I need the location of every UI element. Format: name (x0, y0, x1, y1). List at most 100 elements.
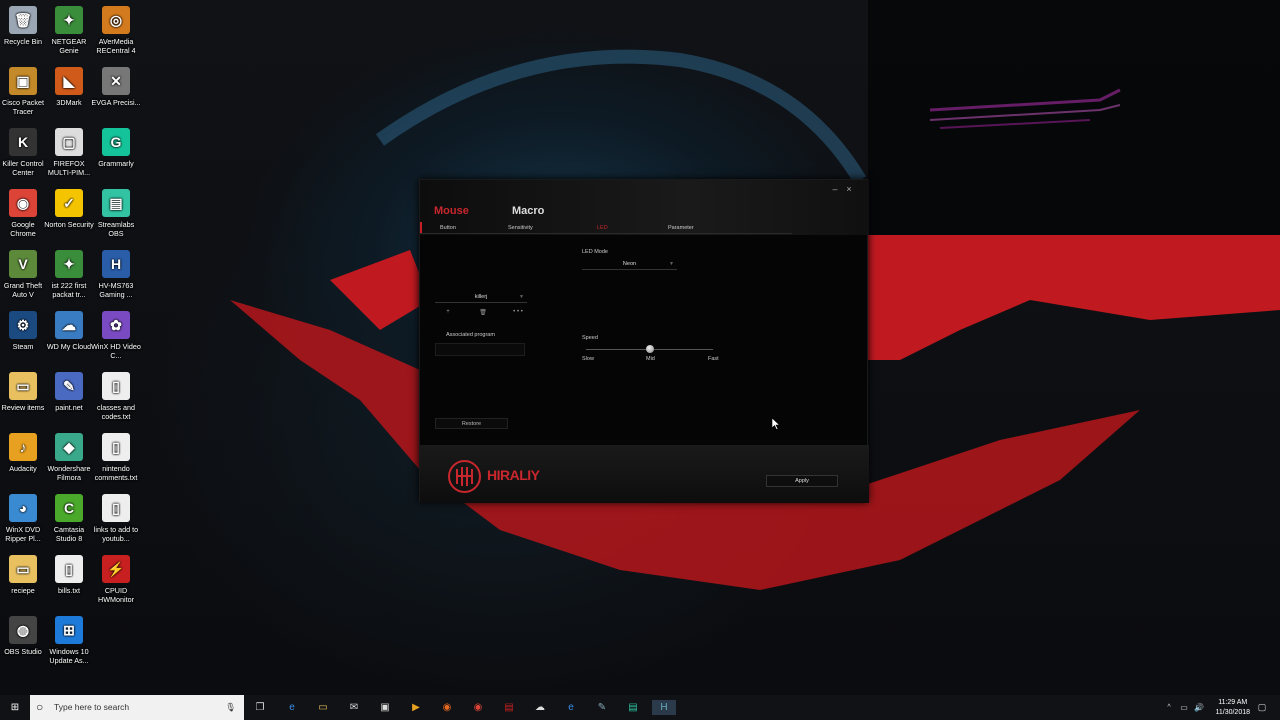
desktop-icon[interactable]: ✓ Norton Security (44, 189, 94, 229)
desktop-icon[interactable]: ⊞ Windows 10 Update As... (44, 616, 94, 665)
app-icon: ▯ (102, 433, 130, 461)
notifications-icon[interactable]: ▢ (1254, 700, 1270, 715)
speed-mid-label: Mid (646, 356, 655, 362)
desktop-icon[interactable]: ◎ AVerMedia RECentral 4 (91, 6, 141, 55)
profile-select[interactable]: killerj ▼ (435, 293, 527, 303)
tab-button[interactable]: Button (440, 225, 456, 231)
network-icon[interactable]: ▭ (1176, 700, 1192, 715)
desktop-icon-label: bills.txt (58, 586, 80, 595)
desktop-icon-label: 3DMark (56, 98, 82, 107)
app-icon: ✦ (55, 6, 83, 34)
desktop-icon[interactable]: G Grammarly (91, 128, 141, 168)
start-button-windows-icon[interactable]: ⊞ (7, 700, 23, 715)
desktop-icon[interactable]: ▭ reciepe (0, 555, 48, 595)
edge-icon-2[interactable]: e (563, 700, 579, 715)
clock-date: 11/30/2018 (1215, 709, 1250, 716)
desktop-icon[interactable]: ♪ Audacity (0, 433, 48, 473)
app-icon: ✦ (55, 250, 83, 278)
desktop-icon[interactable]: ◕ WinX DVD Ripper Pl... (0, 494, 48, 543)
edge-icon[interactable]: e (284, 700, 300, 715)
app-icon: K (9, 128, 37, 156)
app-icon: 🗑 (9, 6, 37, 34)
desktop-icon[interactable]: H HV-MS763 Gaming ... (91, 250, 141, 299)
desktop-icon[interactable]: ⚡ CPUID HWMonitor (91, 555, 141, 604)
desktop-icon-label: Wondershare Filmora (47, 464, 91, 482)
desktop-icon[interactable]: K Killer Control Center (0, 128, 48, 177)
desktop-icon[interactable]: ✎ paint.net (44, 372, 94, 412)
chrome-icon[interactable]: ◉ (470, 700, 486, 715)
desktop-icon[interactable]: ◆ Wondershare Filmora (44, 433, 94, 482)
file-explorer-icon[interactable]: ▭ (315, 700, 331, 715)
task-view-icon[interactable]: ❐ (252, 700, 268, 715)
desktop-icon[interactable]: ☁ WD My Cloud (44, 311, 94, 351)
tab-led[interactable]: LED (597, 225, 608, 231)
associated-program-input[interactable] (435, 343, 525, 356)
desktop-icon[interactable]: ◍ OBS Studio (0, 616, 48, 656)
desktop-icon-label: FIREFOX MULTI-PIM... (47, 159, 91, 177)
msi-app-icon[interactable]: ▤ (501, 700, 517, 715)
network-app-icon[interactable]: ☁ (532, 700, 548, 715)
volume-icon[interactable]: 🔊 (1191, 700, 1207, 715)
chevron-down-icon: ▼ (519, 294, 524, 300)
more-profile-button[interactable]: • • • (508, 309, 528, 315)
desktop-icon[interactable]: ✿ WinX HD Video C... (91, 311, 141, 360)
hiraliy-logo (448, 460, 481, 493)
hiraliy-taskbar-icon[interactable]: H (652, 700, 676, 715)
app-icon: ✓ (55, 189, 83, 217)
app-icon: ◆ (55, 433, 83, 461)
mail-icon[interactable]: ✉ (346, 700, 362, 715)
add-profile-button[interactable]: + (441, 309, 455, 315)
firefox-icon[interactable]: ◉ (439, 700, 455, 715)
minimize-button[interactable]: – (829, 184, 841, 194)
desktop-icon[interactable]: V Grand Theft Auto V (0, 250, 48, 299)
microphone-icon[interactable]: 🎙 (225, 695, 236, 720)
desktop-icon[interactable]: ✦ ist 222 first packat tr... (44, 250, 94, 299)
tab-parameter[interactable]: Parameter (668, 225, 694, 231)
taskbar-clock[interactable]: 11:29 AM 11/30/2018 (1215, 698, 1250, 718)
desktop-icon[interactable]: ✕ EVGA Precisi... (91, 67, 141, 107)
store-icon[interactable]: ▣ (377, 700, 393, 715)
desktop-icon[interactable]: ▯ classes and codes.txt (91, 372, 141, 421)
desktop-icon[interactable]: ▤ Streamlabs OBS (91, 189, 141, 238)
desktop-icon[interactable]: C Camtasia Studio 8 (44, 494, 94, 543)
tab-macro[interactable]: Macro (512, 205, 544, 217)
delete-profile-button[interactable]: 🗑 (476, 309, 490, 316)
streamlabs-icon[interactable]: ▤ (625, 700, 641, 715)
desktop-icon[interactable]: ▭ Review items (0, 372, 48, 412)
desktop-icon[interactable]: ▯ nintendo comments.txt (91, 433, 141, 482)
taskbar-search-box[interactable]: ○ Type here to search 🎙 (30, 695, 244, 720)
app-icon: ▯ (102, 494, 130, 522)
desktop-icon[interactable]: ▣ Cisco Packet Tracer (0, 67, 48, 116)
tab-sensitivity[interactable]: Sensitivity (508, 225, 533, 231)
desktop-icon[interactable]: ▯ bills.txt (44, 555, 94, 595)
apply-button[interactable]: Apply (766, 475, 838, 487)
desktop-icon-label: Norton Security (44, 220, 94, 229)
desktop-icon-label: OBS Studio (4, 647, 42, 656)
app-icon: ⚙ (9, 311, 37, 339)
show-hidden-icons-icon[interactable]: ^ (1161, 700, 1177, 715)
brand-name: HIRALIY (487, 467, 540, 483)
speed-slider-thumb[interactable] (645, 345, 654, 353)
restore-button[interactable]: Restore (435, 418, 508, 429)
desktop-icon[interactable]: 🗑 Recycle Bin (0, 6, 48, 46)
notepad-icon[interactable]: ✎ (594, 700, 610, 715)
led-mode-select[interactable]: Neon ▼ (582, 260, 677, 270)
taskbar: ⊞ ○ Type here to search 🎙 ❐ e ▭ ✉ ▣ ▶ ◉ … (0, 695, 1280, 720)
tab-mouse[interactable]: Mouse (434, 205, 469, 217)
media-player-icon[interactable]: ▶ (408, 700, 424, 715)
desktop-icon-label: NETGEAR Genie (51, 37, 87, 55)
desktop-icon[interactable]: ◣ 3DMark (44, 67, 94, 107)
hiraliy-mouse-app: – × Mouse Macro Button Sensitivity LED P… (419, 179, 869, 503)
desktop-icon-label: Killer Control Center (2, 159, 44, 177)
close-button[interactable]: × (843, 184, 855, 194)
search-icon: ○ (36, 700, 44, 714)
desktop-icon[interactable]: ▢ FIREFOX MULTI-PIM... (44, 128, 94, 177)
desktop-icon[interactable]: ◉ Google Chrome (0, 189, 48, 238)
app-icon: ▯ (102, 372, 130, 400)
desktop-icon[interactable]: ⚙ Steam (0, 311, 48, 351)
desktop-icon-label: Audacity (9, 464, 37, 473)
desktop-icon[interactable]: ▯ links to add to youtub... (91, 494, 141, 543)
desktop-icon[interactable]: ✦ NETGEAR Genie (44, 6, 94, 55)
app-icon: ⊞ (55, 616, 83, 644)
app-icon: ◣ (55, 67, 83, 95)
